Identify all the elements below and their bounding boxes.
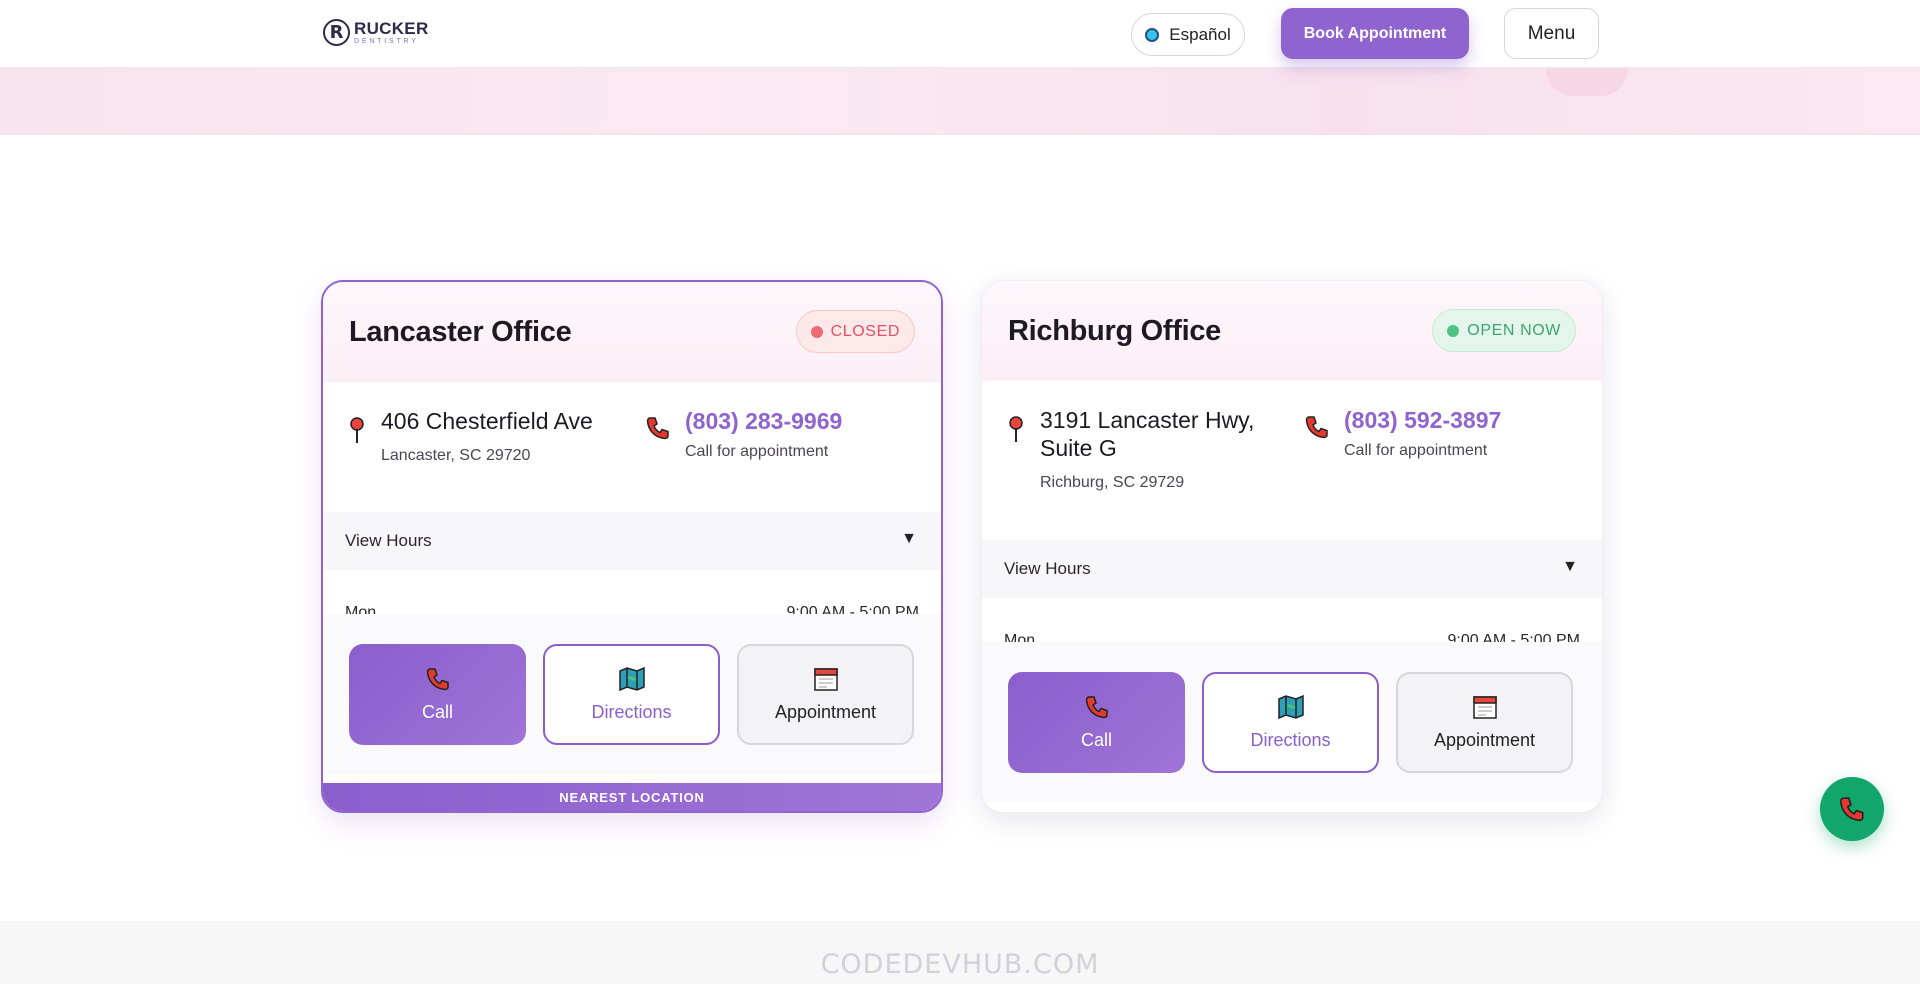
call-button[interactable]: Call [349,644,526,745]
address-street: 3191 Lancaster Hwy, Suite G [1040,407,1255,461]
floating-call-button[interactable] [1820,777,1884,841]
decorative-bubble [1546,68,1628,96]
logo[interactable]: R RUCKER DENTISTRY [323,19,429,46]
phone-icon [1085,696,1108,719]
map-pin-icon [350,417,364,443]
phone-icon [1839,797,1864,822]
office-title: Lancaster Office [349,316,572,348]
footer: CODEDEVHUB.COM [0,921,1920,984]
globe-icon [1145,27,1160,42]
directions-label: Directions [1250,730,1331,750]
view-hours-label: View Hours [345,531,432,550]
phone-number-link[interactable]: (803) 592-3897 [1344,406,1501,434]
appointment-button[interactable]: Appointment [737,644,914,745]
call-label: Call [421,702,453,722]
phone-icon [1305,416,1328,439]
logo-subtitle: DENTISTRY [354,38,419,45]
hero-band [0,68,1920,135]
calendar-icon [1472,696,1497,719]
address-city: Lancaster, SC 29720 [381,447,531,464]
map-icon [618,666,645,692]
calendar-icon [813,668,838,691]
appointment-button[interactable]: Appointment [1396,672,1573,773]
card-header: Richburg Office OPEN NOW [982,281,1602,381]
office-card-richburg: Richburg Office OPEN NOW 3191 Lancaster … [981,280,1603,813]
status-text: CLOSED [830,322,900,340]
action-buttons: Call Directions Appointment [323,614,941,774]
view-hours-label: View Hours [1004,559,1091,578]
watermark: CODEDEVHUB.COM [820,949,1100,980]
nearest-location-ribbon: NEAREST LOCATION [323,783,941,811]
phone-note: Call for appointment [685,443,829,460]
caret-down-icon: ▼ [1562,558,1578,575]
map-pin-icon [1009,416,1023,442]
logo-word: RUCKER [354,19,429,38]
view-hours-toggle[interactable]: View Hours ▼ [982,540,1602,598]
appointment-label: Appointment [1433,730,1536,750]
call-button[interactable]: Call [1008,672,1185,773]
caret-down-icon: ▼ [901,530,917,547]
book-appointment-button[interactable]: Book Appointment [1281,8,1469,59]
call-label: Call [1080,730,1112,750]
status-dot-icon [1447,324,1460,337]
language-toggle-button[interactable]: Español [1131,13,1245,56]
status-badge: OPEN NOW [1432,309,1576,352]
directions-button[interactable]: Directions [543,644,720,745]
office-title: Richburg Office [1008,315,1222,347]
card-header: Lancaster Office CLOSED [323,282,941,382]
action-buttons: Call Directions Appointment [982,642,1602,802]
phone-icon [426,668,449,691]
phone-note: Call for appointment [1344,442,1488,459]
language-label: Español [1169,24,1231,44]
logo-mark: R [323,19,350,46]
directions-button[interactable]: Directions [1202,672,1379,773]
address-street: 406 Chesterfield Ave [381,408,593,434]
map-icon [1277,694,1304,720]
status-badge: CLOSED [795,310,915,353]
directions-label: Directions [591,702,672,722]
office-card-lancaster: Lancaster Office CLOSED 406 Chesterfield… [321,280,943,813]
appointment-label: Appointment [774,702,877,722]
status-dot-icon [810,325,823,338]
site-header: R RUCKER DENTISTRY Español Book Appointm… [0,0,1920,68]
status-text: OPEN NOW [1467,321,1561,339]
view-hours-toggle[interactable]: View Hours ▼ [323,512,941,570]
address-city: Richburg, SC 29729 [1040,474,1185,491]
phone-icon [646,417,669,440]
menu-button[interactable]: Menu [1504,8,1599,59]
phone-number-link[interactable]: (803) 283-9969 [685,407,842,435]
